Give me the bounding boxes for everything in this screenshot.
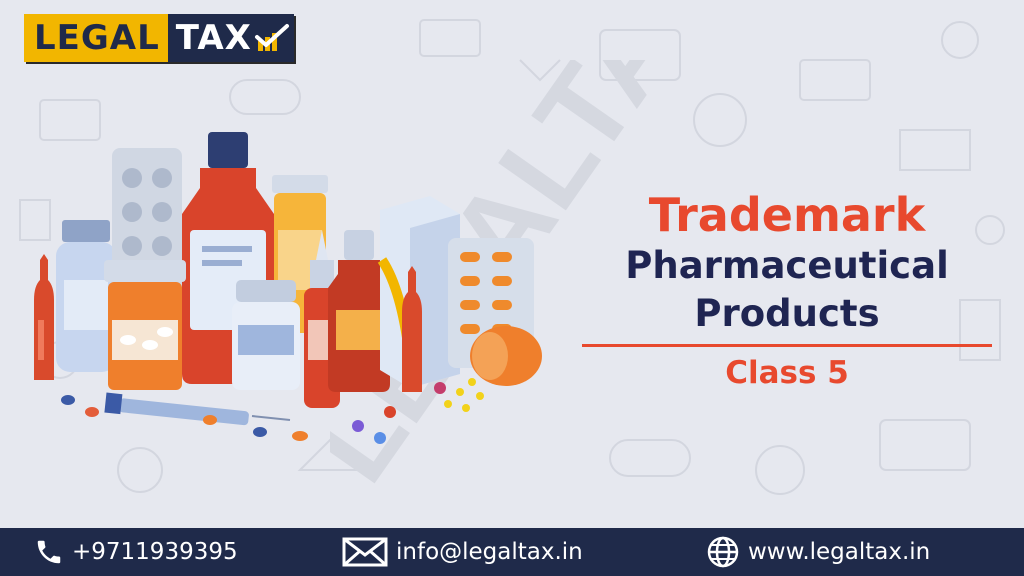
legaltax-logo: LEGAL TAX bbox=[24, 14, 294, 62]
footer-phone[interactable]: +9711939395 bbox=[34, 528, 238, 576]
clear-bottle bbox=[56, 220, 116, 372]
title-trademark: Trademark bbox=[648, 188, 926, 242]
orange-pill-bottle bbox=[104, 260, 186, 390]
syringe bbox=[104, 392, 291, 426]
footer-email[interactable]: info@legaltax.in bbox=[342, 528, 583, 576]
title-block: Trademark Pharmaceutical Products Class … bbox=[582, 188, 992, 393]
ampoule-left bbox=[34, 254, 54, 380]
check-chart-icon bbox=[254, 24, 289, 51]
logo-text-tax: TAX bbox=[167, 14, 294, 62]
phone-number: +9711939395 bbox=[72, 539, 238, 565]
title-class: Class 5 bbox=[725, 355, 849, 391]
medicine-illustration bbox=[34, 132, 542, 444]
title-divider bbox=[582, 344, 992, 347]
phone-icon bbox=[37, 540, 61, 564]
logo-text-tax-label: TAX bbox=[175, 18, 252, 58]
envelope-icon bbox=[342, 537, 388, 567]
website-url: www.legaltax.in bbox=[748, 539, 931, 565]
globe-icon bbox=[707, 536, 739, 568]
footer-website[interactable]: www.legaltax.in bbox=[706, 528, 930, 576]
title-pharmaceutical: Pharmaceutical bbox=[625, 244, 949, 287]
title-products: Products bbox=[694, 292, 880, 335]
banner: LEGALTAX LEGAL TAX Trademark Pharmaceuti… bbox=[0, 0, 1024, 576]
contact-footer: +9711939395 info@legaltax.in www.legalta… bbox=[0, 528, 1024, 576]
white-jar bbox=[232, 280, 300, 390]
logo-text-legal: LEGAL bbox=[24, 14, 168, 62]
email-address: info@legaltax.in bbox=[396, 539, 583, 565]
